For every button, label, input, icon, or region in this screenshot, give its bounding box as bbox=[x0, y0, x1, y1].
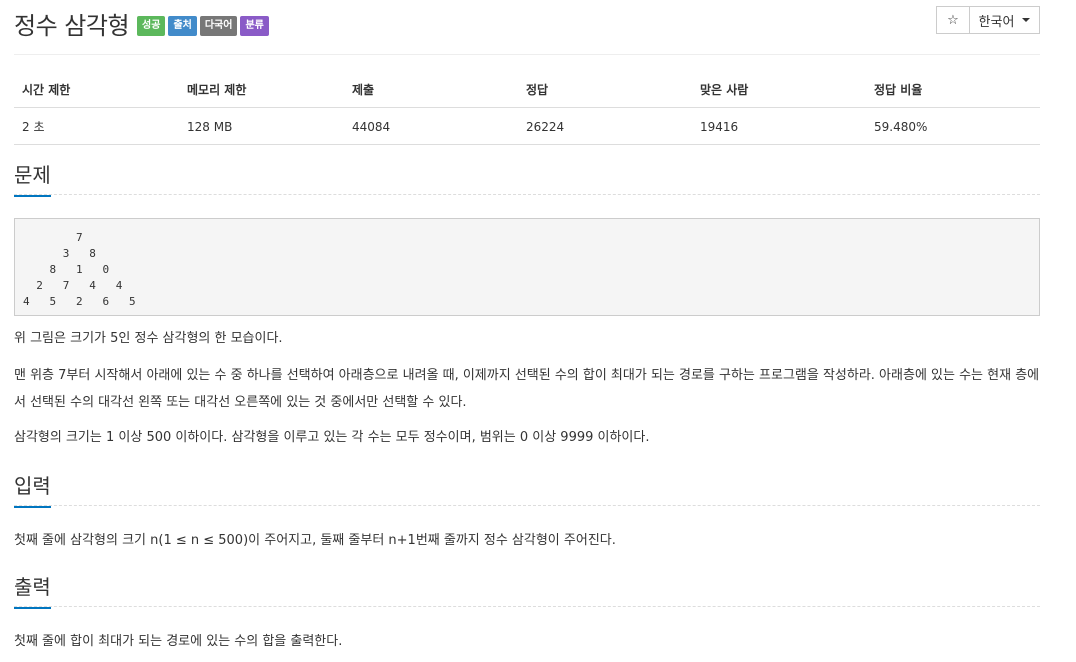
value-time-limit: 2 초 bbox=[14, 107, 179, 145]
problem-paragraph-2: 맨 위층 7부터 시작해서 아래에 있는 수 중 하나를 선택하여 아래층으로 … bbox=[14, 368, 1040, 410]
section-problem-title: 문제 bbox=[14, 163, 1040, 197]
header-tools: ☆ 한국어 bbox=[936, 6, 1040, 34]
star-icon: ☆ bbox=[947, 12, 959, 28]
section-input-title: 입력 bbox=[14, 474, 1040, 508]
output-description: 첫째 줄에 합이 최대가 되는 경로에 있는 수의 합을 출력한다. bbox=[14, 634, 343, 649]
favorite-button[interactable]: ☆ bbox=[936, 6, 970, 34]
header-time-limit: 시간 제한 bbox=[14, 72, 179, 108]
problem-title: 정수 삼각형 성공 출처 다국어 분류 bbox=[14, 6, 269, 41]
value-ratio: 59.480% bbox=[866, 107, 1040, 145]
value-accepted: 26224 bbox=[518, 107, 692, 145]
section-output-title: 출력 bbox=[14, 575, 1040, 609]
problem-title-text: 정수 삼각형 bbox=[14, 12, 130, 40]
caret-down-icon bbox=[1022, 18, 1031, 22]
label-multilang[interactable]: 다국어 bbox=[199, 15, 238, 36]
info-value-row: 2 초 128 MB 44084 26224 19416 59.480% bbox=[14, 107, 1040, 145]
section-problem-heading: 문제 bbox=[14, 164, 51, 197]
triangle-example: 7 3 8 8 1 0 2 7 4 4 4 5 2 6 5 bbox=[14, 218, 1040, 316]
section-output-heading: 출력 bbox=[14, 576, 51, 609]
header-ratio: 정답 비율 bbox=[866, 72, 1040, 108]
page-header: 정수 삼각형 성공 출처 다국어 분류 ☆ 한국어 bbox=[14, 0, 1040, 55]
input-description: 첫째 줄에 삼각형의 크기 n(1 ≤ n ≤ 500)이 주어지고, 둘째 줄… bbox=[14, 533, 616, 548]
value-memory-limit: 128 MB bbox=[179, 107, 344, 145]
info-header-row: 시간 제한 메모리 제한 제출 정답 맞은 사람 정답 비율 bbox=[14, 72, 1040, 108]
problem-paragraph-1: 위 그림은 크기가 5인 정수 삼각형의 한 모습이다. bbox=[14, 331, 283, 346]
problem-labels: 성공 출처 다국어 분류 bbox=[137, 15, 269, 36]
section-input-heading: 입력 bbox=[14, 475, 51, 508]
label-category[interactable]: 분류 bbox=[240, 15, 269, 36]
label-source[interactable]: 출처 bbox=[168, 15, 197, 36]
value-solvers: 19416 bbox=[692, 107, 866, 145]
header-memory-limit: 메모리 제한 bbox=[179, 72, 344, 108]
header-solvers: 맞은 사람 bbox=[692, 72, 866, 108]
label-success[interactable]: 성공 bbox=[137, 15, 166, 36]
language-dropdown[interactable]: 한국어 bbox=[970, 6, 1040, 34]
header-submissions: 제출 bbox=[344, 72, 518, 108]
language-label: 한국어 bbox=[978, 14, 1015, 30]
header-accepted: 정답 bbox=[518, 72, 692, 108]
problem-paragraph-3: 삼각형의 크기는 1 이상 500 이하이다. 삼각형을 이루고 있는 각 수는… bbox=[14, 430, 650, 445]
value-submissions: 44084 bbox=[344, 107, 518, 145]
problem-info-table: 시간 제한 메모리 제한 제출 정답 맞은 사람 정답 비율 2 초 128 M… bbox=[14, 72, 1040, 145]
